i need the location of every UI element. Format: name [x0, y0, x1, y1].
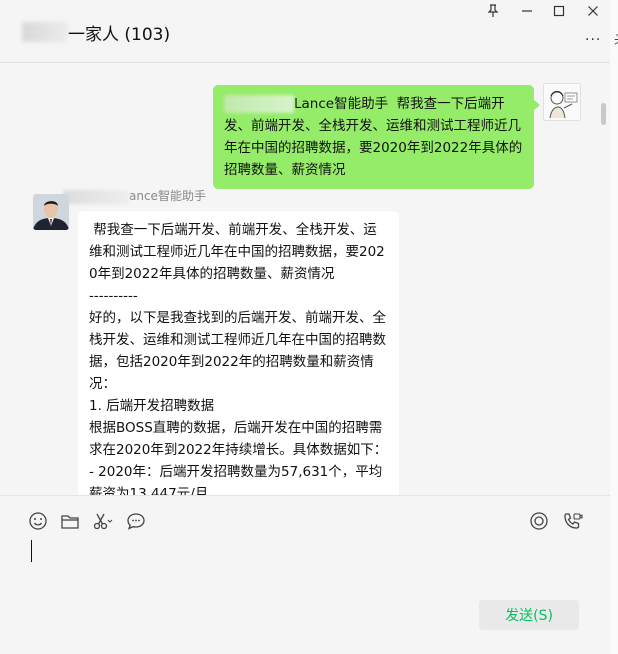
scissors-icon[interactable] [91, 510, 113, 532]
send-button[interactable]: 发送(S) [479, 600, 579, 630]
text-input-caret[interactable] [31, 540, 32, 562]
pin-icon[interactable] [483, 4, 503, 22]
maximize-icon[interactable] [549, 4, 569, 22]
emoji-icon[interactable] [27, 510, 49, 532]
live-icon[interactable] [528, 510, 550, 532]
blurred-mention [224, 95, 294, 113]
received-message-text: 帮我查一下后端开发、前端开发、全栈开发、运维和测试工程师近几年在中国的招聘数据，… [89, 222, 388, 495]
chat-history-icon[interactable] [125, 510, 147, 532]
input-area: 发送(S) [0, 495, 610, 651]
minimize-icon[interactable] [517, 4, 537, 22]
title-bar: 一家人 (103) ··· [0, 0, 610, 63]
message-list[interactable]: Lance智能助手 帮我查一下后端开发、前端开发、全栈开发、运维和测试工程师近几… [0, 63, 610, 495]
close-icon[interactable] [583, 4, 603, 22]
background-window-edge: 矛 [610, 0, 618, 654]
my-message-bubble[interactable]: Lance智能助手 帮我查一下后端开发、前端开发、全栈开发、运维和测试工程师近几… [213, 85, 540, 189]
sender-avatar[interactable] [33, 194, 69, 230]
chat-window: 一家人 (103) ··· Lance智能助手 帮我查一下后端开发、前端开发、全… [0, 0, 611, 651]
folder-icon[interactable] [59, 510, 81, 532]
received-message-bubble[interactable]: 帮我查一下后端开发、前端开发、全栈开发、运维和测试工程师近几年在中国的招聘数据，… [78, 211, 399, 495]
my-avatar[interactable] [543, 83, 581, 121]
background-text-fragment: 矛 [614, 30, 618, 49]
sender-name-text: ance智能助手 [129, 189, 206, 203]
chat-title: 一家人 (103) [68, 25, 171, 45]
blurred-sender-prefix [63, 189, 129, 204]
video-call-icon[interactable] [561, 510, 583, 532]
blurred-title-prefix [22, 22, 68, 42]
scrollbar-thumb[interactable] [601, 103, 606, 125]
more-options-button[interactable]: ··· [585, 32, 601, 48]
sender-name: ance智能助手 [63, 187, 206, 204]
